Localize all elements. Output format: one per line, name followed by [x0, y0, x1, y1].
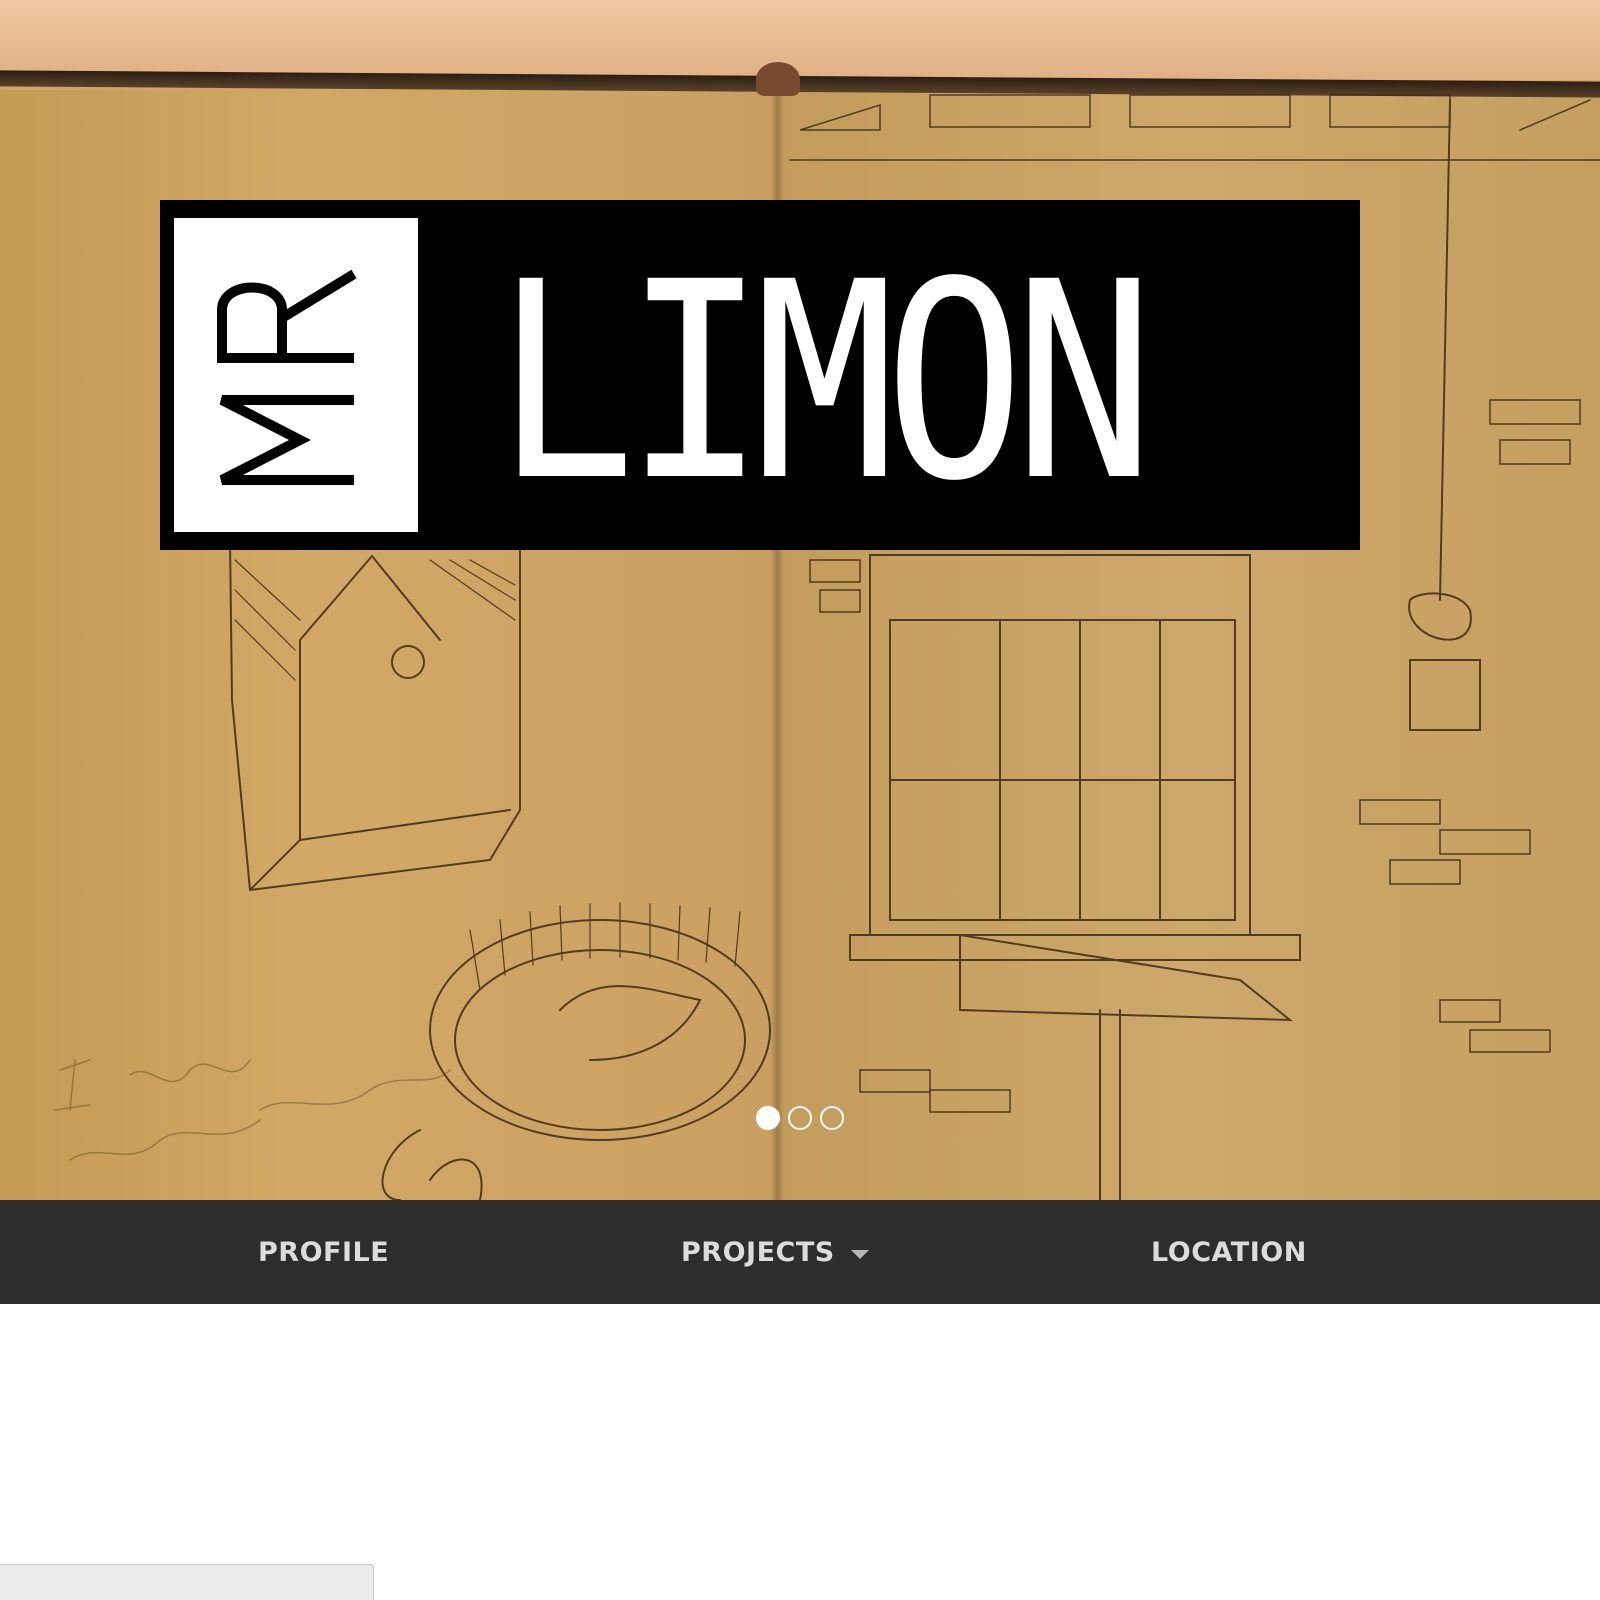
nav-item-label: PROFILE	[258, 1236, 390, 1268]
main-navigation: PROFILE PROJECTS LOCATION	[0, 1200, 1600, 1304]
nav-item-location[interactable]: LOCATION	[1151, 1200, 1307, 1304]
nav-item-label: PROJECTS	[681, 1236, 835, 1268]
nav-item-label: LOCATION	[1151, 1236, 1307, 1268]
logo-name: LIMON	[495, 225, 1154, 541]
content-box	[0, 1564, 374, 1600]
logo-mr-box	[174, 218, 418, 532]
slider-pagination	[756, 1106, 844, 1130]
nav-item-projects[interactable]: PROJECTS	[681, 1200, 869, 1304]
hero-slider: LIMON	[0, 0, 1600, 1200]
slider-dot-2[interactable]	[788, 1106, 812, 1130]
logo-mr-mark	[217, 269, 357, 485]
slider-dot-1[interactable]	[756, 1106, 780, 1130]
slider-dot-3[interactable]	[820, 1106, 844, 1130]
chevron-down-icon	[850, 1249, 869, 1259]
nav-item-profile[interactable]: PROFILE	[258, 1200, 389, 1304]
hero-sketch-illustration	[54, 94, 1600, 1200]
brand-logo[interactable]: LIMON	[160, 200, 1360, 550]
